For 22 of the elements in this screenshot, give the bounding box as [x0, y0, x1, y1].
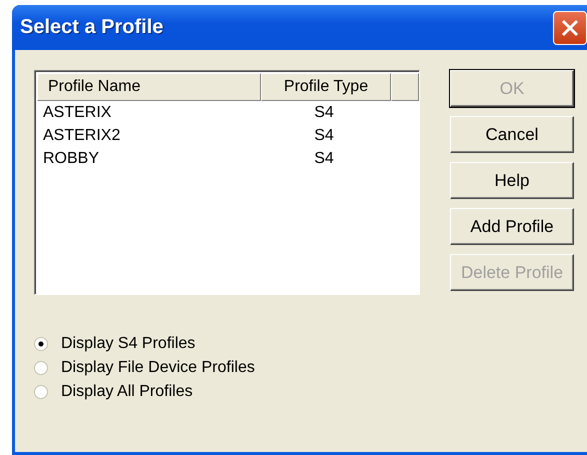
window-title: Select a Profile [20, 16, 164, 39]
column-header[interactable]: Profile Name [37, 73, 261, 101]
profile-type: S4 [313, 150, 335, 168]
radio-button[interactable] [34, 337, 48, 351]
option-label[interactable]: Display File Device Profiles [61, 359, 255, 377]
help-button[interactable]: Help [450, 162, 574, 199]
profile-name[interactable]: ROBBY [35, 150, 259, 168]
profile-name[interactable]: ASTERIX [35, 104, 259, 122]
column-header [391, 73, 419, 101]
close-button[interactable] [553, 10, 587, 44]
profile-list[interactable]: Profile Name Profile Type ASTERIX S4 ASTERIX2 S4 ROBBY S4 [34, 70, 420, 295]
add-profile-button[interactable]: Add Profile [450, 208, 574, 245]
option-label[interactable]: Display S4 Profiles [61, 335, 196, 353]
close-icon [560, 18, 580, 38]
option-label[interactable]: Display All Profiles [61, 383, 193, 401]
radio-button[interactable] [34, 361, 48, 375]
radio-button[interactable] [34, 385, 48, 399]
profile-type: S4 [313, 126, 335, 144]
profile-name[interactable]: ASTERIX2 [35, 126, 259, 144]
cancel-button[interactable]: Cancel [450, 116, 574, 153]
profile-type: S4 [313, 104, 335, 122]
column-header[interactable]: Profile Type [261, 73, 391, 101]
